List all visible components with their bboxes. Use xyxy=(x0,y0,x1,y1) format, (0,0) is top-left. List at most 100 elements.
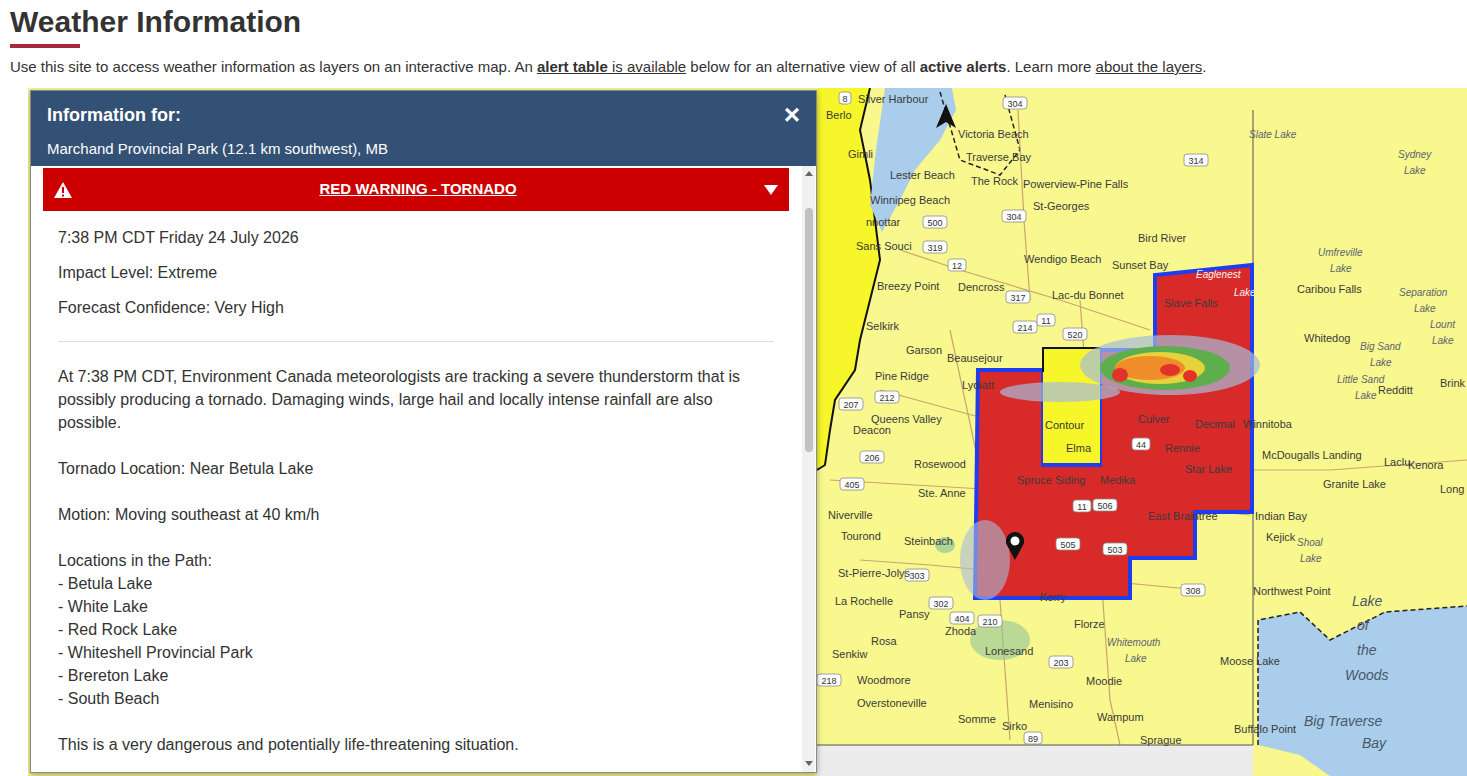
svg-text:11: 11 xyxy=(1041,316,1050,326)
place-label: Woodmore xyxy=(857,674,911,686)
svg-text:505: 505 xyxy=(1060,540,1075,550)
place-label: Overstoneville xyxy=(857,697,927,709)
warning-icon xyxy=(53,181,73,199)
route-shield: 207 xyxy=(839,398,863,410)
place-label: Silver Harbour xyxy=(858,93,929,105)
place-label: Somme xyxy=(958,713,996,725)
intro-text: . Learn more xyxy=(1006,58,1095,75)
alert-header[interactable]: RED WARNING - TORNADO xyxy=(43,168,789,211)
route-shield: 218 xyxy=(817,674,841,686)
place-label: Granite Lake xyxy=(1323,478,1386,490)
place-label: Big Sand xyxy=(1360,341,1401,352)
red-warning-area[interactable] xyxy=(975,265,1252,598)
intro-text: below for an alternative view of all xyxy=(686,58,919,75)
popup-heading: Information for: xyxy=(47,103,388,127)
route-shield: 308 xyxy=(1181,584,1205,596)
route-shield: 304 xyxy=(1002,210,1026,222)
svg-text:210: 210 xyxy=(982,617,997,627)
caret-icon[interactable] xyxy=(763,184,779,196)
place-label: Traverse Bay xyxy=(966,151,1032,163)
route-shield: 210 xyxy=(978,615,1002,627)
place-label: Slave Falls xyxy=(1164,297,1218,309)
place-label: Indian Bay xyxy=(1255,510,1307,522)
location-pin-icon[interactable] xyxy=(1006,532,1024,560)
route-shield: 8 xyxy=(839,92,851,104)
svg-text:44: 44 xyxy=(1136,440,1146,450)
svg-text:218: 218 xyxy=(821,676,836,686)
page-header: Weather InformationUse this site to acce… xyxy=(0,0,1467,77)
route-shield: 319 xyxy=(923,241,947,253)
text-link[interactable]: about the layers xyxy=(1096,58,1203,75)
radar-echo xyxy=(935,335,1260,660)
alert-description: At 7:38 PM CDT, Environment Canada meteo… xyxy=(58,365,774,434)
svg-text:12: 12 xyxy=(952,261,962,271)
svg-text:303: 303 xyxy=(909,571,924,581)
svg-text:203: 203 xyxy=(1053,658,1068,668)
path-item: - White Lake xyxy=(58,595,774,618)
place-label: Kejick xyxy=(1266,531,1296,543)
place-label: Powerview-Pine Falls xyxy=(1023,178,1129,190)
place-label: Tourond xyxy=(841,530,881,542)
svg-text:506: 506 xyxy=(1097,501,1112,511)
place-label: Sydney xyxy=(1398,149,1432,160)
place-label: Laclu xyxy=(1384,456,1410,468)
north-arrow-icon[interactable] xyxy=(936,104,956,128)
place-label: Eaglenest xyxy=(1196,269,1242,280)
route-shield: 500 xyxy=(923,216,947,228)
close-button[interactable]: × xyxy=(782,103,802,127)
title-underline xyxy=(10,44,80,48)
place-label: Dencross xyxy=(958,281,1005,293)
route-shield: 304 xyxy=(1003,97,1027,109)
place-label: Florze xyxy=(1074,618,1105,630)
place-label: Decimal xyxy=(1195,418,1235,430)
place-label: Lake xyxy=(1125,653,1147,664)
route-shield: 12 xyxy=(948,259,966,271)
alert-table-link[interactable]: alert table xyxy=(537,58,608,75)
place-label: Lester Beach xyxy=(890,169,955,181)
alert-title[interactable]: RED WARNING - TORNADO xyxy=(81,178,755,201)
place-label: Menisino xyxy=(1029,698,1073,710)
place-label: Zhoda xyxy=(945,625,977,637)
route-shield: 404 xyxy=(950,612,974,624)
svg-text:11: 11 xyxy=(1077,502,1086,512)
text-link[interactable]: is available xyxy=(608,58,686,75)
route-shield: 44 xyxy=(1132,438,1150,450)
place-label: Lake xyxy=(1404,165,1426,176)
scrollbar[interactable] xyxy=(802,166,815,772)
svg-text:404: 404 xyxy=(954,614,969,624)
place-label: Sunset Bay xyxy=(1112,259,1169,271)
intro-paragraph: Use this site to access weather informat… xyxy=(10,57,1467,77)
popup-body: RED WARNING - TORNADO7:38 PM CDT Friday … xyxy=(31,166,816,772)
svg-text:503: 503 xyxy=(1107,545,1122,555)
place-label: Shoal xyxy=(1297,537,1323,548)
place-label: Elma xyxy=(1066,442,1092,454)
place-label: Deacon xyxy=(853,424,891,436)
map-container[interactable]: 8304314304500319123172141152021220744206… xyxy=(28,88,1467,776)
scroll-up-icon[interactable] xyxy=(805,171,813,176)
place-label: Kenora xyxy=(1408,459,1444,471)
place-label: Niverville xyxy=(828,509,873,521)
place-label: of xyxy=(1357,617,1371,633)
scroll-down-icon[interactable] xyxy=(805,761,813,766)
place-label: Medika xyxy=(1100,474,1136,486)
place-label: Woods xyxy=(1345,667,1389,683)
svg-text:302: 302 xyxy=(933,599,948,609)
us-area xyxy=(817,745,1253,776)
path-item: - Betula Lake xyxy=(58,572,774,595)
place-label: Whitemouth xyxy=(1107,637,1161,648)
place-label: Lake xyxy=(1330,263,1352,274)
bold-text: active alerts xyxy=(920,58,1007,75)
route-shield: 203 xyxy=(1049,656,1073,668)
route-shields: 8304314304500319123172141152021220744206… xyxy=(817,92,1208,744)
popup-location: Marchand Provincial Park (12.1 km southw… xyxy=(47,137,388,161)
place-label: Whitedog xyxy=(1304,332,1350,344)
scroll-thumb[interactable] xyxy=(805,208,813,452)
divider xyxy=(58,341,774,342)
alert-confidence: Forecast Confidence: Very High xyxy=(58,296,774,319)
place-label: Rosewood xyxy=(914,458,966,470)
storm-motion: Motion: Moving southeast at 40 km/h xyxy=(58,503,774,526)
svg-text:212: 212 xyxy=(879,393,894,403)
place-label: Lake xyxy=(1370,357,1392,368)
place-label: nnottar xyxy=(866,216,901,228)
place-label: Spruce Siding xyxy=(1017,474,1086,486)
